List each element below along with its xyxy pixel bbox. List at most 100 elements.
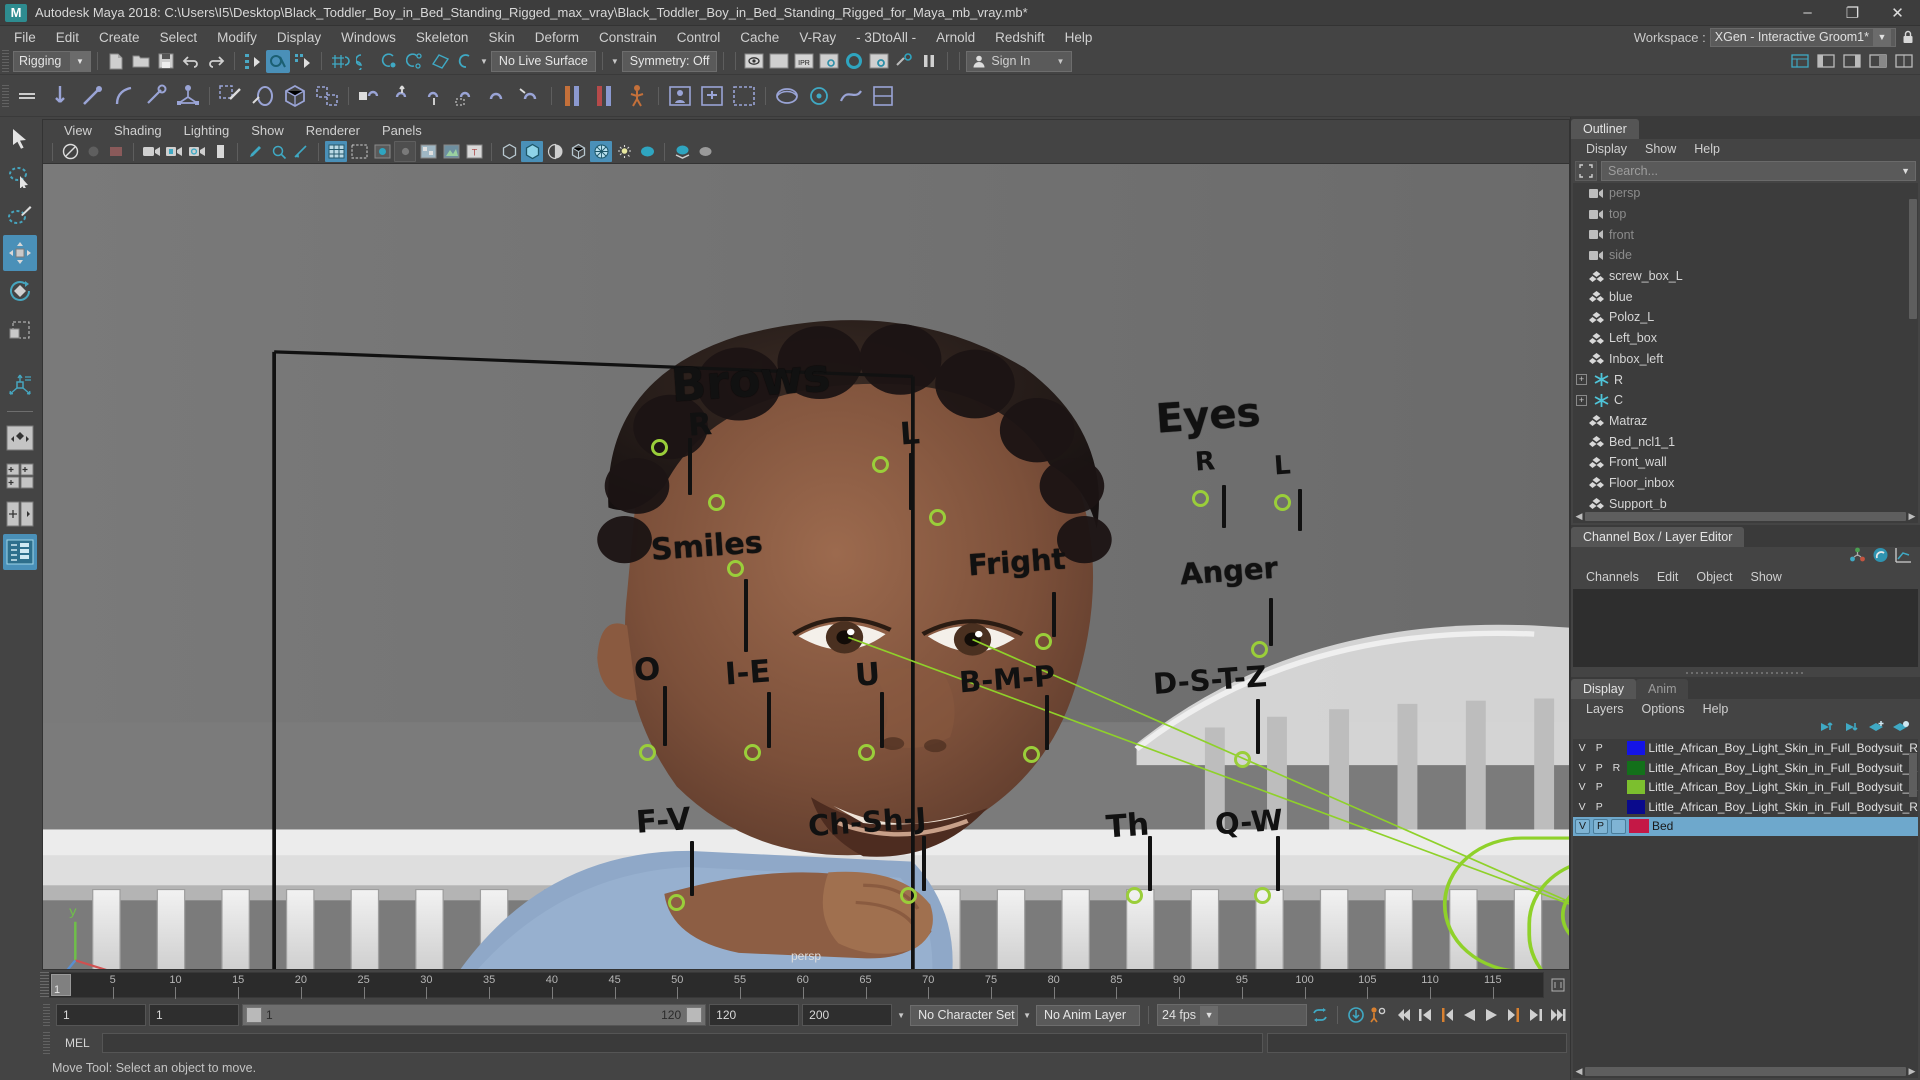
- new-layer-icon[interactable]: [1867, 720, 1885, 737]
- menu-display[interactable]: Display: [267, 28, 331, 47]
- lock-camera-icon[interactable]: [82, 141, 104, 162]
- scale-constraint-icon[interactable]: [450, 79, 482, 113]
- use-all-lights-icon[interactable]: [440, 141, 462, 162]
- render-sequence-icon[interactable]: [767, 50, 791, 73]
- menuset-dropdown[interactable]: Rigging ▼: [13, 50, 91, 72]
- xray-joints-icon[interactable]: [521, 141, 543, 162]
- outliner-hscrollbar[interactable]: ◀ ▶: [1573, 509, 1918, 523]
- outliner-hscroll-thumb[interactable]: [1585, 511, 1906, 521]
- vp-menu-shading[interactable]: Shading: [103, 122, 173, 139]
- range-grip[interactable]: [43, 1004, 50, 1026]
- channel-box-toggle-icon[interactable]: [1849, 547, 1866, 566]
- expand-toggle-icon[interactable]: +: [1576, 374, 1587, 386]
- undo-icon[interactable]: [179, 50, 203, 73]
- layer-playback-toggle[interactable]: P: [1592, 780, 1606, 795]
- scale-tool-icon[interactable]: [3, 311, 37, 347]
- outliner-item[interactable]: side: [1573, 245, 1918, 266]
- joint-tool-icon[interactable]: [44, 79, 76, 113]
- bookmark-camera-icon[interactable]: [140, 141, 162, 162]
- menu-control[interactable]: Control: [667, 28, 731, 47]
- outliner-item[interactable]: Support_b: [1573, 493, 1918, 510]
- rotate-tool-icon[interactable]: [3, 273, 37, 309]
- layer-display-type-toggle[interactable]: [1609, 741, 1623, 756]
- outliner-scroll-thumb[interactable]: [1909, 199, 1917, 319]
- menu-cache[interactable]: Cache: [730, 28, 789, 47]
- live-surface-field[interactable]: No Live Surface: [490, 50, 596, 72]
- layer-visibility-toggle[interactable]: V: [1575, 760, 1589, 775]
- display-layer-row[interactable]: V P Little_African_Boy_Light_Skin_in_Full_…: [1573, 778, 1918, 798]
- maximize-button[interactable]: ❐: [1830, 0, 1875, 26]
- mel-label[interactable]: MEL: [57, 1036, 98, 1050]
- display-layer-list[interactable]: V P Little_African_Boy_Light_Skin_in_Full_…: [1573, 738, 1918, 1065]
- timeline-track[interactable]: 1 5 10 15 20 25 30 35 40 45 50 55 60 65 70 75 80 85 90 95 1…: [49, 972, 1544, 999]
- copy-skin-weights-icon[interactable]: [311, 79, 343, 113]
- auto-keyframe-icon[interactable]: [1346, 1005, 1365, 1025]
- open-scene-icon[interactable]: [129, 50, 153, 73]
- tab-channel-box[interactable]: Channel Box / Layer Editor: [1571, 526, 1745, 547]
- select-by-object-type-icon[interactable]: [266, 49, 290, 73]
- lock-icon[interactable]: [1900, 28, 1916, 46]
- select-set-icon[interactable]: [1575, 160, 1597, 181]
- soft-modification-icon[interactable]: [867, 79, 899, 113]
- set-driven-key-icon[interactable]: [557, 79, 589, 113]
- menu-skeleton[interactable]: Skeleton: [406, 28, 479, 47]
- tab-anim-layers[interactable]: Anim: [1636, 678, 1689, 699]
- human-ik-icon[interactable]: [696, 79, 728, 113]
- zoom-tool-icon[interactable]: [267, 141, 289, 162]
- play-backwards-icon[interactable]: [1460, 1005, 1479, 1025]
- animation-preferences-icon[interactable]: [1368, 1005, 1387, 1025]
- outliner-menu-display[interactable]: Display: [1577, 141, 1636, 157]
- screen-space-ao-icon[interactable]: [590, 141, 612, 162]
- menu-redshift[interactable]: Redshift: [985, 28, 1055, 47]
- scroll-left-icon[interactable]: ◀: [1573, 511, 1585, 522]
- range-end-handle[interactable]: [686, 1007, 703, 1023]
- mel-grip[interactable]: [43, 1032, 50, 1054]
- cb-menu-channels[interactable]: Channels: [1577, 569, 1648, 585]
- snap-to-projected-center-icon[interactable]: [403, 50, 427, 73]
- paint-skin-weights-icon[interactable]: [215, 79, 247, 113]
- outliner-item[interactable]: top: [1573, 204, 1918, 225]
- menu-create[interactable]: Create: [89, 28, 150, 47]
- render-settings-icon[interactable]: [817, 50, 841, 73]
- mel-command-input[interactable]: [101, 1033, 1263, 1053]
- set-key-icon[interactable]: [589, 79, 621, 113]
- loop-playback-icon[interactable]: [1310, 1005, 1329, 1025]
- image-plane-icon[interactable]: [209, 141, 231, 162]
- mel-output-field[interactable]: [1267, 1033, 1567, 1053]
- symmetry-field[interactable]: Symmetry: Off: [621, 50, 718, 72]
- playback-range-icon[interactable]: [1546, 972, 1570, 998]
- redo-icon[interactable]: [204, 50, 228, 73]
- character-set-field[interactable]: No Character Set: [910, 1004, 1019, 1026]
- snap-to-curve-icon[interactable]: [353, 50, 377, 73]
- scroll-right-icon[interactable]: ▶: [1906, 511, 1918, 522]
- bind-skin-icon[interactable]: [172, 79, 204, 113]
- fps-dropdown[interactable]: 24 fps ▼: [1157, 1004, 1307, 1026]
- timeline-grip[interactable]: [40, 972, 49, 998]
- go-to-end-icon[interactable]: [1548, 1005, 1567, 1025]
- panel-splitter[interactable]: [1571, 668, 1920, 677]
- camera-settings-icon[interactable]: [186, 141, 208, 162]
- open-channel-box-icon[interactable]: [1840, 50, 1864, 73]
- layer-display-type-toggle[interactable]: [1609, 799, 1623, 814]
- play-forwards-icon[interactable]: [1482, 1005, 1501, 1025]
- parent-constraint-icon[interactable]: [354, 79, 386, 113]
- attribute-editor-toggle-icon[interactable]: [1872, 547, 1889, 566]
- layer-visibility-toggle[interactable]: V: [1575, 780, 1589, 795]
- grease-pencil-lock-icon[interactable]: [163, 141, 185, 162]
- menu-edit[interactable]: Edit: [46, 28, 89, 47]
- outliner-search-input[interactable]: Search... ▼: [1601, 160, 1916, 181]
- move-layer-up-icon[interactable]: [1817, 720, 1835, 737]
- two-view-layout-icon[interactable]: [3, 496, 37, 532]
- layer-playback-toggle[interactable]: P: [1593, 818, 1608, 834]
- anim-layer-field[interactable]: No Anim Layer: [1036, 1004, 1140, 1026]
- save-scene-icon[interactable]: [154, 50, 178, 73]
- render-current-frame-icon[interactable]: [742, 50, 766, 73]
- menu-3dtoall[interactable]: - 3DtoAll -: [846, 28, 926, 47]
- select-camera-icon[interactable]: [59, 141, 81, 162]
- render-view-icon[interactable]: [867, 50, 891, 73]
- new-layer-from-selected-icon[interactable]: [1892, 720, 1910, 737]
- paint-select-tool-icon[interactable]: [3, 197, 37, 233]
- measure-tool-icon[interactable]: [290, 141, 312, 162]
- toolbar-grip[interactable]: [2, 50, 9, 72]
- step-forward-icon[interactable]: [1526, 1005, 1545, 1025]
